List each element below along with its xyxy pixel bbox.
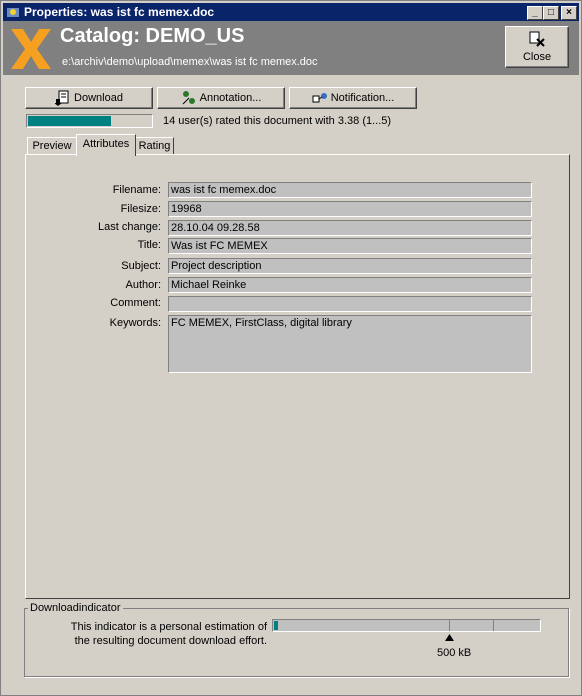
title-label: Title: — [137, 239, 161, 251]
window-close-button[interactable]: × — [561, 6, 577, 20]
author-field[interactable]: Michael Reinke — [168, 277, 532, 293]
rating-bar — [26, 114, 153, 128]
download-label: Download — [74, 92, 123, 104]
download-indicator-title: Downloadindicator — [28, 602, 123, 614]
filesize-label: Filesize: — [120, 203, 161, 215]
keywords-field[interactable]: FC MEMEX, FirstClass, digital library — [168, 315, 532, 373]
window-title: Properties: was ist fc memex.doc — [24, 5, 215, 19]
app-icon — [7, 8, 19, 17]
download-effort-fill — [274, 621, 278, 630]
filesize-field[interactable]: 19968 — [168, 201, 532, 217]
annotation-icon — [182, 91, 195, 105]
document-path: e:\archiv\demo\upload\memex\was ist fc m… — [62, 56, 318, 68]
tab-preview[interactable]: Preview — [27, 137, 77, 155]
slider-marker-icon — [445, 634, 454, 641]
comment-field[interactable] — [168, 296, 532, 312]
download-button[interactable]: Download — [25, 87, 153, 109]
annotation-label: Annotation... — [199, 92, 262, 104]
slider-tick — [493, 620, 494, 631]
description-line-2: the resulting document download effort. — [74, 635, 267, 647]
slider-tick — [449, 620, 450, 631]
x-logo-icon — [11, 29, 51, 69]
properties-window: Properties: was ist fc memex.doc _ □ × C… — [0, 0, 582, 696]
description-line-1: This indicator is a personal estimation … — [70, 621, 267, 633]
tab-rating[interactable]: Rating — [135, 137, 174, 155]
tab-attributes[interactable]: Attributes — [76, 134, 136, 156]
comment-label: Comment: — [110, 297, 161, 309]
close-doc-icon — [529, 31, 545, 47]
lastchange-field[interactable]: 28.10.04 09.28.58 — [168, 220, 532, 236]
filename-label: Filename: — [112, 184, 161, 196]
close-button[interactable]: Close — [505, 26, 569, 68]
lastchange-label: Last change: — [98, 221, 161, 233]
download-indicator-description: This indicator is a personal estimation … — [41, 620, 267, 648]
notification-icon — [312, 93, 327, 103]
title-field[interactable]: Was ist FC MEMEX — [168, 238, 532, 254]
maximize-button[interactable]: □ — [543, 6, 559, 20]
subject-field[interactable]: Project description — [168, 258, 532, 274]
download-icon — [55, 90, 69, 106]
rating-summary: 14 user(s) rated this document with 3.38… — [163, 115, 392, 127]
annotation-button[interactable]: Annotation... — [157, 87, 285, 109]
notification-label: Notification... — [330, 92, 395, 104]
filename-field[interactable]: was ist fc memex.doc — [168, 182, 532, 198]
subject-label: Subject: — [121, 260, 161, 272]
close-button-label: Close — [522, 51, 552, 63]
author-label: Author: — [125, 279, 161, 291]
rating-bar-fill — [28, 116, 112, 126]
catalog-header: Catalog: DEMO_US e:\archiv\demo\upload\m… — [3, 21, 579, 75]
minimize-button[interactable]: _ — [527, 6, 543, 20]
marker-label: 500 kB — [437, 647, 472, 659]
notification-button[interactable]: Notification... — [289, 87, 417, 109]
title-bar[interactable]: Properties: was ist fc memex.doc _ □ × — [3, 3, 579, 21]
catalog-title: Catalog: DEMO_US — [60, 25, 245, 47]
download-effort-slider — [272, 619, 541, 632]
keywords-label: Keywords: — [109, 317, 161, 329]
